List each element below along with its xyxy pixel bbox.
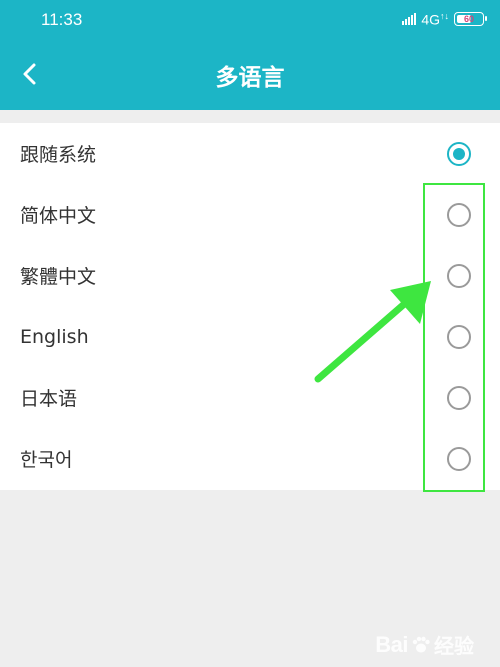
language-option[interactable]: 跟随系统: [0, 123, 500, 184]
battery-level: 60: [463, 14, 474, 24]
radio-unchecked-icon[interactable]: [447, 385, 471, 410]
signal-strength-icon: [402, 13, 417, 25]
language-option-label: 한국어: [20, 449, 73, 471]
language-option[interactable]: English: [0, 306, 500, 367]
language-option-label: 跟随系统: [20, 144, 97, 166]
battery-icon: 60: [454, 12, 487, 26]
status-time: 11:33: [41, 10, 83, 29]
radio-unchecked-icon[interactable]: [447, 202, 471, 227]
page-title: 多语言: [215, 65, 285, 91]
language-option[interactable]: 繁體中文: [0, 245, 500, 306]
radio-unchecked-icon[interactable]: [447, 446, 471, 471]
status-indicators: 4G↑↓ 60: [402, 10, 487, 28]
watermark-suffix: 经验: [434, 636, 474, 658]
watermark-brand: Bai: [375, 631, 408, 657]
network-arrows: ↑↓: [440, 10, 449, 21]
radio-unchecked-icon[interactable]: [447, 324, 471, 349]
network-type: 4G↑↓: [421, 10, 449, 28]
language-option-label: 繁體中文: [20, 266, 97, 288]
language-option-label: English: [20, 325, 89, 348]
paw-icon: [412, 636, 430, 652]
language-list: 跟随系统简体中文繁體中文 English 日本语 한국어: [0, 123, 500, 490]
language-option-label: 简体中文: [20, 205, 97, 227]
language-option[interactable]: 한국어: [0, 428, 500, 489]
baidu-jingyan-watermark: Bai 经验: [375, 630, 474, 659]
language-option[interactable]: 简体中文: [0, 184, 500, 245]
top-app-bar: 11:33 4G↑↓ 60 多语言: [0, 0, 500, 110]
language-option[interactable]: 日本语: [0, 367, 500, 428]
radio-unchecked-icon[interactable]: [447, 263, 471, 288]
language-option-label: 日本语: [20, 388, 78, 410]
status-bar: 11:33 4G↑↓ 60: [0, 0, 500, 38]
radio-checked-icon[interactable]: [447, 141, 471, 166]
